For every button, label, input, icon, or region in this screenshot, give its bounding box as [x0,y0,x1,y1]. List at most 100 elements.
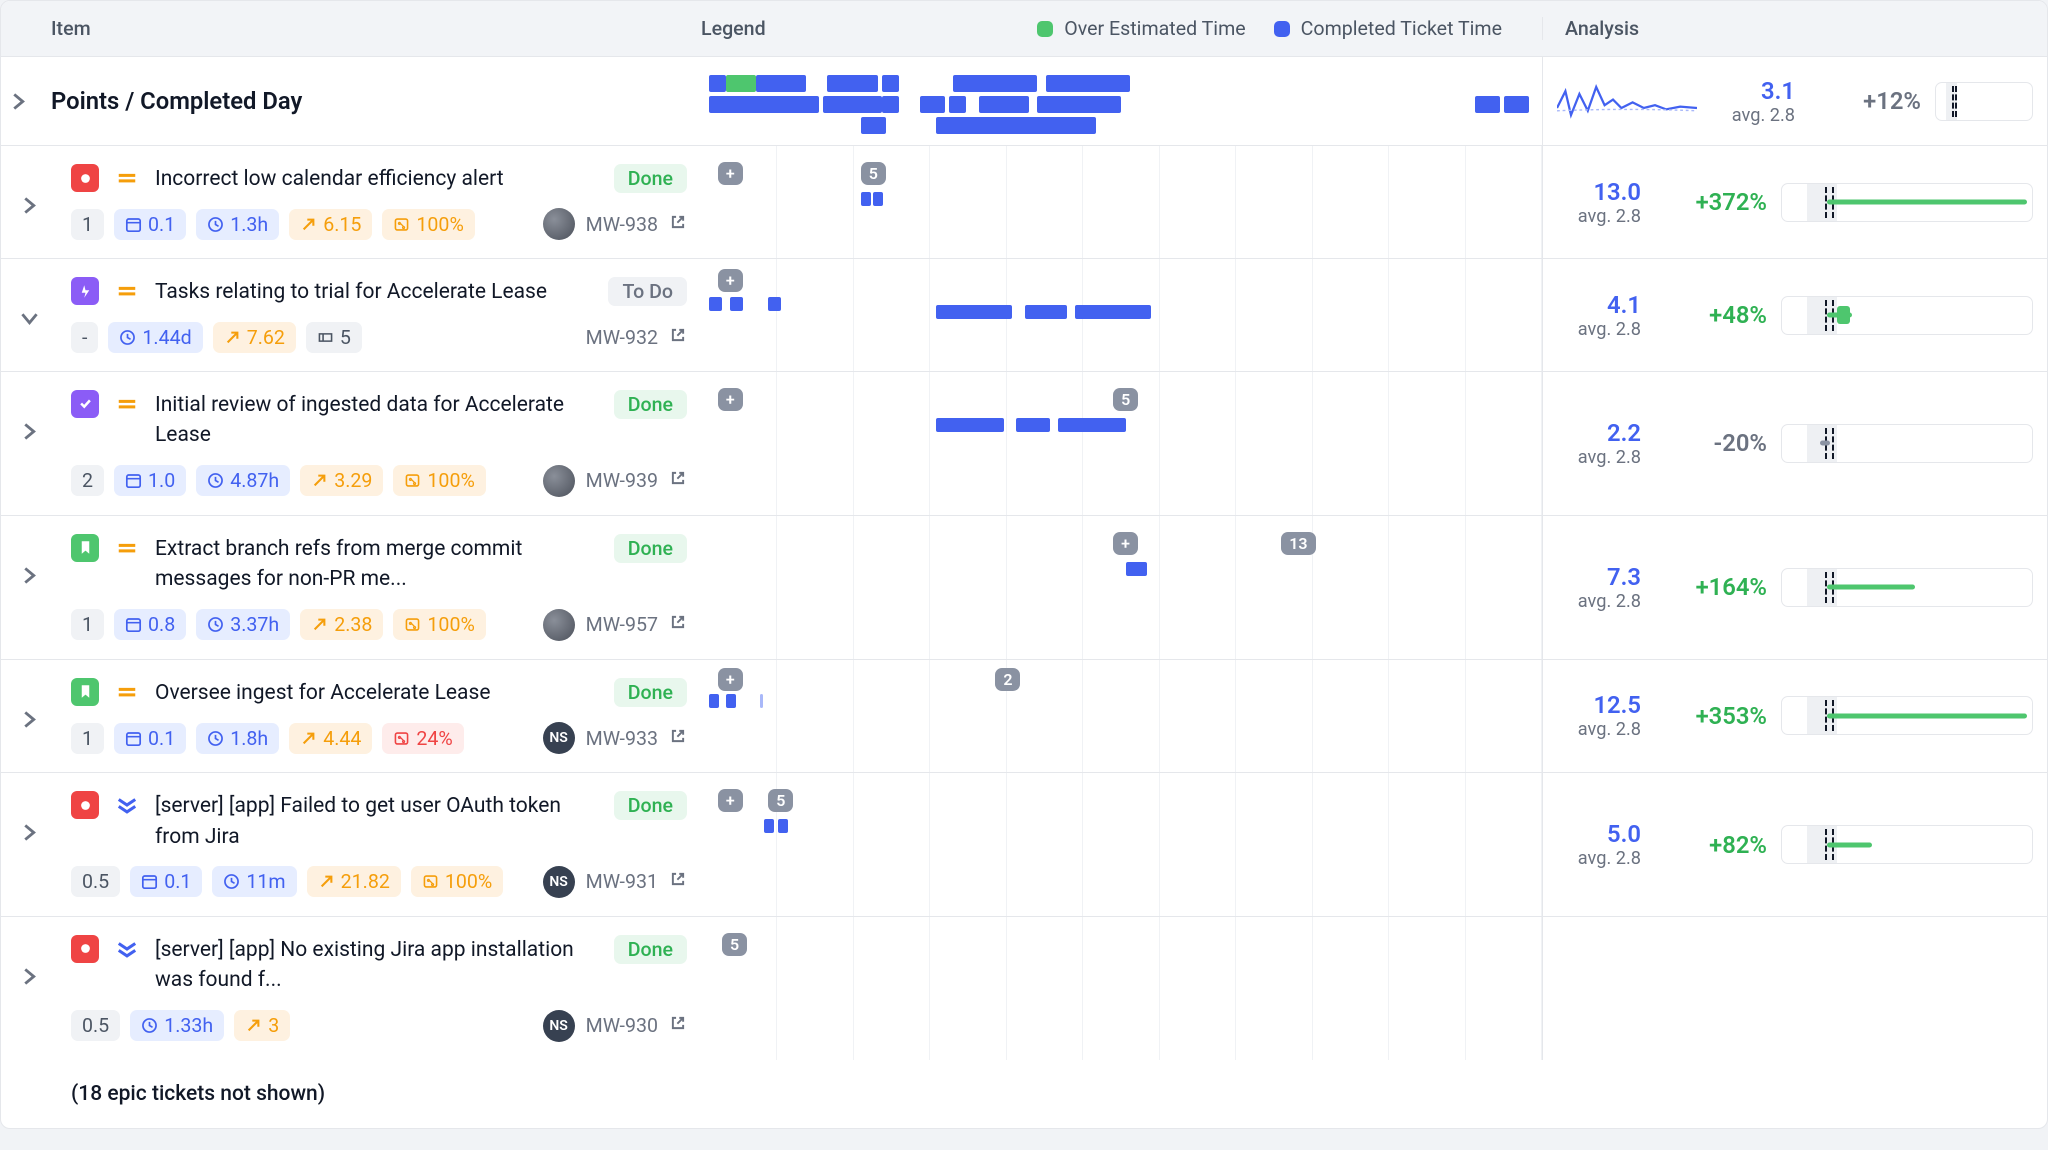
avatar[interactable] [543,609,575,641]
avatar[interactable]: NS [543,722,575,754]
chip: 11m [212,866,296,897]
timeline-bar [1058,418,1125,432]
ticket-row: Extract branch refs from merge commit me… [1,516,2047,660]
ticket-row: Initial review of ingested data for Acce… [1,372,2047,516]
timeline-bar [861,192,871,206]
expand-toggle[interactable] [21,566,38,589]
expand-toggle[interactable] [21,710,38,733]
ticket-title[interactable]: [server] [app] Failed to get user OAuth … [155,791,600,852]
metric-pct: +372% [1655,188,1767,216]
expand-toggle[interactable] [21,967,38,990]
avatar[interactable] [543,465,575,497]
summary-bullet [1935,82,2033,121]
chip: 3.37h [196,609,290,640]
bullet-chart [1781,424,2033,463]
timeline-bar [1075,305,1151,319]
summary-timeline [701,57,1542,145]
external-link-icon[interactable] [669,1014,687,1037]
metric-avg: avg. 2.8 [1557,206,1641,227]
ticket-id[interactable]: MW-939 [586,469,658,492]
analysis-cell: 12.5avg. 2.8 +353% [1542,660,2047,772]
chip: 3.29 [300,465,383,496]
chip: 100% [393,465,485,496]
priority-medium-icon [113,534,141,562]
chip: 21.82 [307,866,401,897]
priority-medium-icon [113,164,141,192]
tickets-table: Item Legend Over Estimated Time Complete… [0,0,2048,1129]
timeline-badge: + [718,388,743,411]
chip: 1.0 [114,465,186,496]
legend-completed-time: Completed Ticket Time [1274,17,1502,40]
ticket-id[interactable]: MW-930 [586,1014,658,1037]
timeline-bar [873,192,883,206]
metric-pct: +164% [1655,573,1767,601]
metric-pct: -20% [1655,429,1767,457]
ticket-row: Tasks relating to trial for Accelerate L… [1,259,2047,371]
bullet-chart [1781,296,2033,335]
timeline: +5 [701,146,1542,258]
expand-toggle[interactable] [21,422,38,445]
timeline-badge: 5 [861,162,886,185]
chip: 24% [382,723,463,754]
external-link-icon[interactable] [669,870,687,893]
bullet-chart [1781,696,2033,735]
timeline: +5 [701,773,1542,916]
timeline-badge: 5 [1113,388,1138,411]
metric-value: 4.1 [1557,291,1641,319]
external-link-icon[interactable] [669,213,687,236]
ticket-title[interactable]: Tasks relating to trial for Accelerate L… [155,277,594,307]
timeline-badge: + [718,162,743,185]
external-link-icon[interactable] [669,613,687,636]
ticket-id[interactable]: MW-931 [586,870,658,893]
chip: 3 [234,1010,290,1041]
priority-low-icon [113,791,141,819]
ticket-title[interactable]: Incorrect low calendar efficiency alert [155,164,600,194]
timeline-badge: 13 [1281,532,1315,555]
avatar[interactable] [543,208,575,240]
expand-toggle[interactable] [21,196,38,219]
priority-medium-icon [113,678,141,706]
bug-icon [71,164,99,192]
bullet-chart [1781,183,2033,222]
summary-avg: avg. 2.8 [1711,105,1795,126]
external-link-icon[interactable] [669,469,687,492]
chip: 2 [71,465,104,496]
timeline-bar [1025,305,1067,319]
ticket-title[interactable]: [server] [app] No existing Jira app inst… [155,935,600,996]
metric-value: 7.3 [1557,563,1641,591]
timeline-badge: + [718,269,743,292]
external-link-icon[interactable] [669,326,687,349]
chip: 1.3h [196,209,279,240]
timeline-bar [760,694,763,708]
ticket-id[interactable]: MW-933 [586,727,658,750]
timeline-bar [936,305,1012,319]
metric-avg: avg. 2.8 [1557,848,1641,869]
ticket-title[interactable]: Initial review of ingested data for Acce… [155,390,600,451]
ticket-id[interactable]: MW-932 [586,326,658,349]
chip: 2.38 [300,609,383,640]
timeline: +2 [701,660,1542,772]
chip: 1 [71,209,104,240]
bullet-chart [1781,568,2033,607]
ticket-title[interactable]: Extract branch refs from merge commit me… [155,534,600,595]
avatar[interactable]: NS [543,866,575,898]
ticket-id[interactable]: MW-938 [586,213,658,236]
bullet-chart [1781,825,2033,864]
chip: 0.1 [114,209,186,240]
metric-pct: +48% [1655,301,1767,329]
ticket-title[interactable]: Oversee ingest for Accelerate Lease [155,678,600,708]
timeline-bar [709,694,719,708]
external-link-icon[interactable] [669,727,687,750]
status-badge: Done [614,534,687,563]
expand-toggle[interactable] [21,309,38,332]
metric-value: 2.2 [1557,419,1641,447]
story-icon [71,678,99,706]
sparkline [1557,80,1697,122]
epic-icon [71,277,99,305]
expand-toggle[interactable] [0,83,36,119]
expand-toggle[interactable] [21,823,38,846]
timeline-bar [768,297,781,311]
avatar[interactable]: NS [543,1010,575,1042]
ticket-id[interactable]: MW-957 [586,613,658,636]
analysis-cell: 4.1avg. 2.8 +48% [1542,259,2047,370]
